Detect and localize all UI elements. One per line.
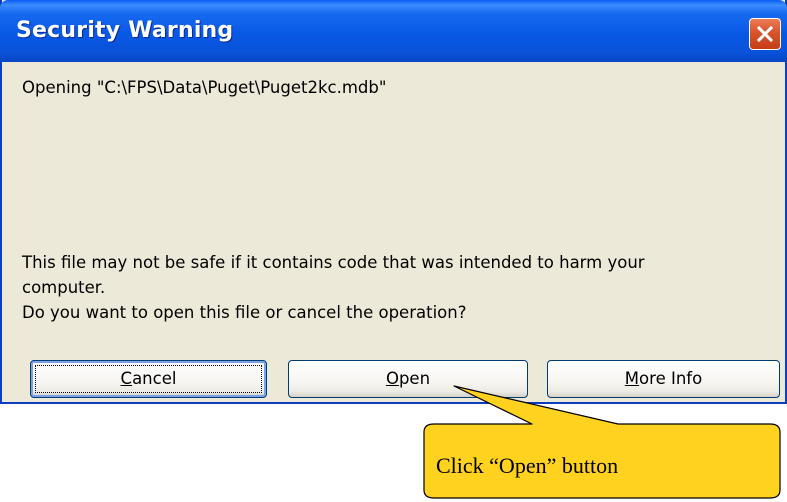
cancel-button-label: Cancel: [120, 369, 177, 388]
callout-text: Click “Open” button: [436, 453, 619, 478]
warning-line: computer.: [22, 278, 106, 297]
open-button[interactable]: Open: [288, 360, 528, 398]
security-warning-dialog: Security Warning Opening "C:\FPS\Data\Pu…: [0, 0, 787, 404]
dialog-title: Security Warning: [16, 18, 234, 43]
close-icon: [756, 25, 774, 43]
warning-message: This file may not be safe if it contains…: [22, 250, 762, 325]
screenshot-canvas: Security Warning Opening "C:\FPS\Data\Pu…: [0, 0, 787, 502]
open-button-label: Open: [385, 369, 431, 388]
dialog-body: Opening "C:\FPS\Data\Puget\Puget2kc.mdb"…: [2, 62, 785, 402]
warning-line: This file may not be safe if it contains…: [22, 253, 645, 272]
close-button[interactable]: [749, 18, 781, 50]
warning-line: Do you want to open this file or cancel …: [22, 303, 467, 322]
cancel-button[interactable]: Cancel: [30, 360, 267, 398]
more-info-button[interactable]: More Info: [547, 360, 780, 398]
title-bar[interactable]: Security Warning: [0, 0, 787, 62]
file-path-message: Opening "C:\FPS\Data\Puget\Puget2kc.mdb": [22, 78, 387, 97]
more-info-button-label: More Info: [624, 369, 703, 388]
